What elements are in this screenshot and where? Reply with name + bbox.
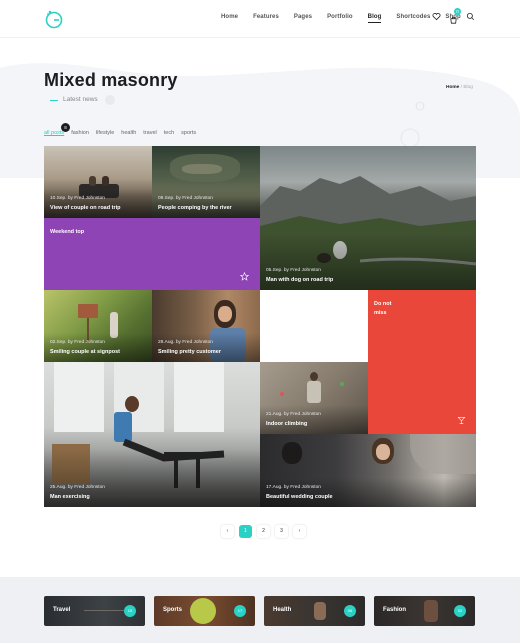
- filter-sports[interactable]: sports: [181, 130, 196, 136]
- pagination-prev[interactable]: ‹: [221, 525, 234, 538]
- category-count: 15: [124, 605, 136, 617]
- heart-icon[interactable]: [432, 12, 441, 21]
- post-meta: 28.Aug. by Fred Johnston: [158, 340, 213, 345]
- post-meta: 10.Sep. by Fred Johnston: [50, 196, 105, 201]
- post-tile-highlight[interactable]: Weekend top: [44, 218, 260, 290]
- logo-icon[interactable]: [44, 9, 64, 29]
- pagination-next[interactable]: ›: [293, 525, 306, 538]
- post-tile[interactable]: 28.Aug. by Fred Johnston Smiling pretty …: [152, 290, 260, 362]
- filter-fashion[interactable]: fashion: [71, 130, 89, 136]
- star-icon: [240, 272, 249, 281]
- breadcrumb-current: Blog: [463, 85, 473, 90]
- post-tile[interactable]: 25.Aug. by Fred Johnston Man exercising: [44, 362, 260, 507]
- nav-home[interactable]: Home: [221, 14, 238, 23]
- filter-lifestyle[interactable]: lifestyle: [96, 130, 114, 136]
- category-label: Sports: [163, 607, 183, 613]
- post-meta: 21.Aug. by Fred Johnston: [266, 412, 321, 417]
- header-icons: 0: [432, 8, 475, 24]
- post-tile[interactable]: 10.Sep. by Fred Johnston View of couple …: [44, 146, 152, 218]
- post-title[interactable]: Weekend top: [50, 228, 90, 237]
- filter-all-posts[interactable]: all posts: [44, 130, 64, 136]
- filter-tech[interactable]: tech: [164, 130, 174, 136]
- category-count: 17: [234, 605, 246, 617]
- category-card-health[interactable]: Health 06: [264, 596, 365, 626]
- post-tile[interactable]: 21.Aug. by Fred Johnston Indoor climbing: [260, 362, 368, 434]
- nav-portfolio[interactable]: Portfolio: [327, 14, 353, 23]
- cocktail-icon: [457, 417, 466, 424]
- post-title[interactable]: Man exercising: [50, 494, 90, 500]
- breadcrumb-home[interactable]: Home: [446, 85, 459, 90]
- category-card-travel[interactable]: Travel 15: [44, 596, 145, 626]
- post-title[interactable]: Smiling pretty customer: [158, 349, 221, 355]
- category-card-sports[interactable]: Sports 17: [154, 596, 255, 626]
- post-title[interactable]: Do not miss: [374, 300, 404, 318]
- filter-travel[interactable]: travel: [143, 130, 156, 136]
- post-tile[interactable]: 05.Sep. by Fred Johnston Man with dog on…: [260, 146, 476, 290]
- pagination-page-1[interactable]: 1: [239, 525, 252, 538]
- post-meta: 02.Sep. by Fred Johnston: [50, 340, 105, 345]
- category-count: 02: [454, 605, 466, 617]
- post-meta: 08.Sep. by Fred Johnston: [158, 196, 213, 201]
- category-label: Fashion: [383, 607, 407, 613]
- post-meta: 17.Aug. by Fred Johnston: [266, 485, 321, 490]
- category-label: Travel: [53, 607, 71, 613]
- post-title[interactable]: Indoor climbing: [266, 421, 307, 427]
- post-title[interactable]: People comping by the river: [158, 205, 232, 211]
- subtitle-accent-line: [50, 100, 58, 101]
- post-title[interactable]: Man with dog on road trip: [266, 277, 333, 283]
- page-title: Mixed masonry: [44, 70, 178, 90]
- search-icon[interactable]: [466, 12, 475, 21]
- pagination: ‹ 1 2 3 ›: [221, 525, 306, 538]
- breadcrumb: Home / Blog: [446, 85, 473, 90]
- masonry-grid: 10.Sep. by Fred Johnston View of couple …: [44, 146, 476, 507]
- category-count: 06: [344, 605, 356, 617]
- cart-icon: [450, 17, 457, 24]
- pagination-page-2[interactable]: 2: [257, 525, 270, 538]
- post-tile[interactable]: 08.Sep. by Fred Johnston People comping …: [152, 146, 260, 218]
- nav-features[interactable]: Features: [253, 14, 279, 23]
- post-meta: 05.Sep. by Fred Johnston: [266, 268, 321, 273]
- post-title[interactable]: Beautiful wedding couple: [266, 494, 333, 500]
- nav-pages[interactable]: Pages: [294, 14, 312, 23]
- breadcrumb-separator: /: [460, 85, 463, 90]
- cart-count-badge: 0: [454, 8, 461, 15]
- post-tile[interactable]: 02.Sep. by Fred Johnston Smiling couple …: [44, 290, 152, 362]
- post-tile[interactable]: 17.Aug. by Fred Johnston Beautiful weddi…: [260, 434, 476, 507]
- category-card-fashion[interactable]: Fashion 02: [374, 596, 475, 626]
- cart-button[interactable]: 0: [449, 8, 461, 24]
- category-filters: all posts fashion lifestyle health trave…: [44, 130, 203, 136]
- post-title[interactable]: View of couple on road trip: [50, 205, 121, 211]
- post-title[interactable]: Smiling couple at signpost: [50, 349, 120, 355]
- category-label: Health: [273, 607, 292, 613]
- post-meta: 25.Aug. by Fred Johnston: [50, 485, 105, 490]
- nav-blog[interactable]: Blog: [367, 14, 382, 23]
- post-tile-highlight[interactable]: Do not miss: [368, 290, 476, 434]
- pagination-page-3[interactable]: 3: [275, 525, 288, 538]
- filter-health[interactable]: health: [121, 130, 136, 136]
- nav-shortcodes[interactable]: Shortcodes: [396, 14, 430, 23]
- site-header: Home Features Pages Portfolio Blog Short…: [0, 0, 520, 38]
- page-subtitle: Latest news: [63, 96, 98, 103]
